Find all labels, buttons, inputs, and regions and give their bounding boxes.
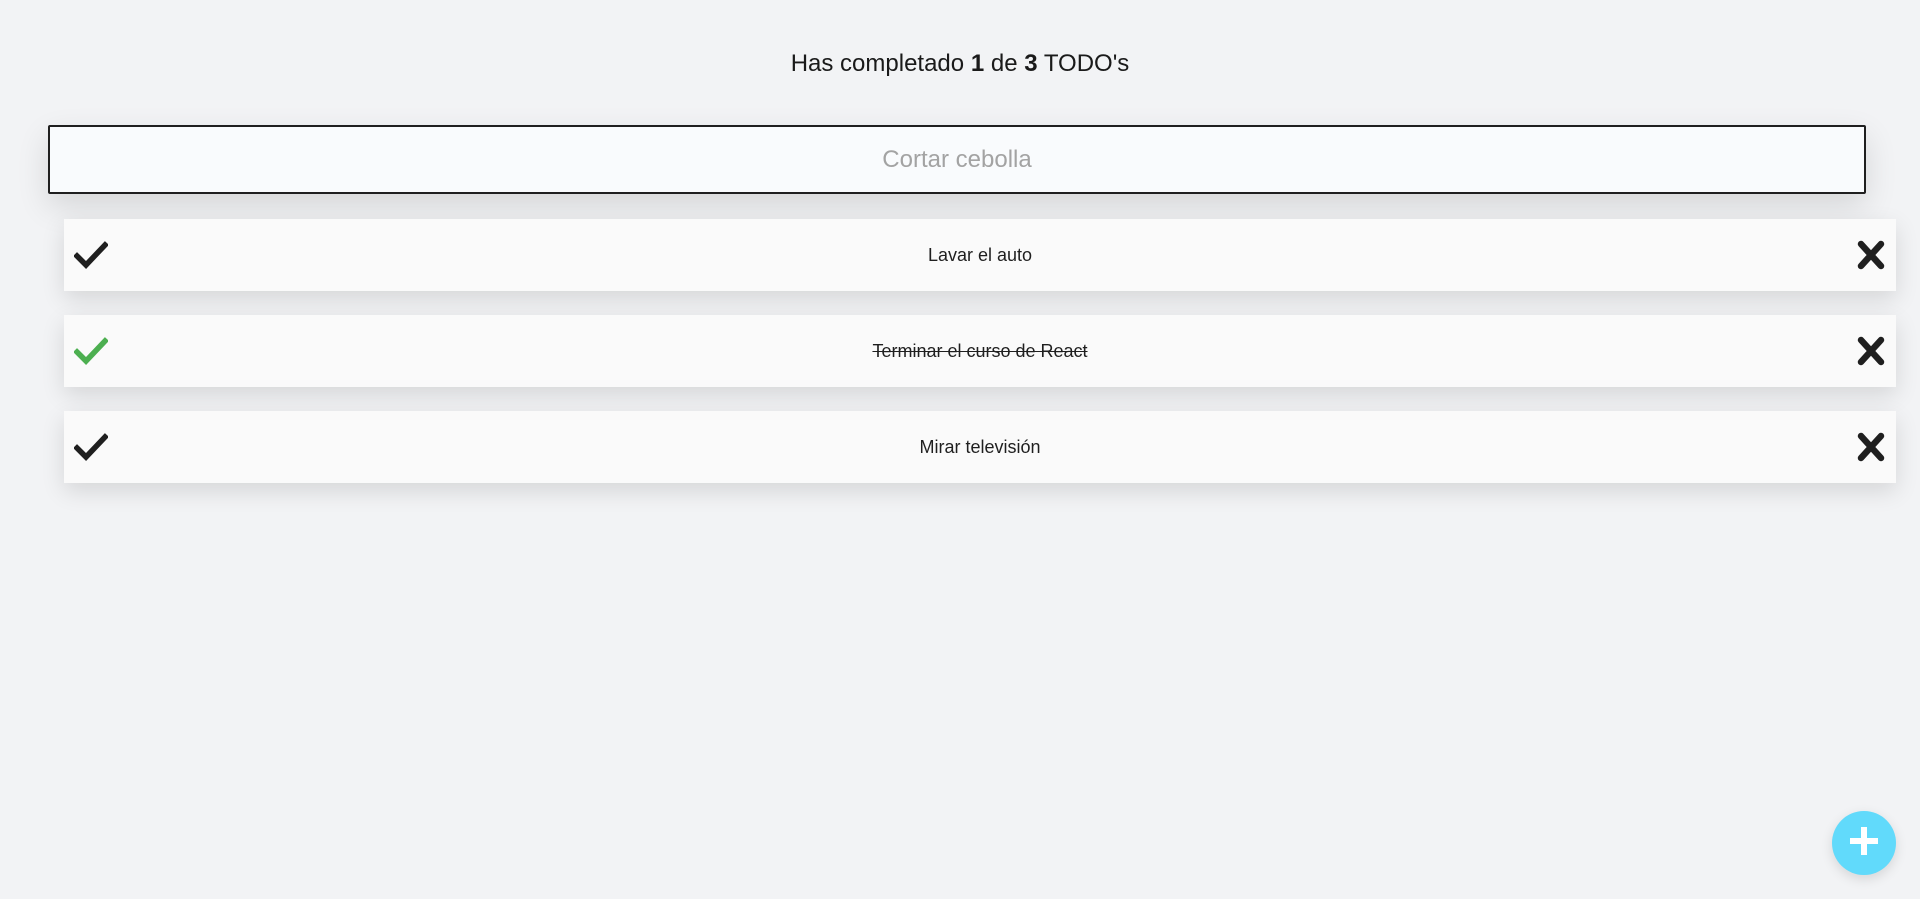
todo-app: Has completado 1 de 3 TODO's Lavar el au…	[0, 0, 1920, 899]
todo-text: Lavar el auto	[927, 244, 1033, 265]
check-icon[interactable]	[73, 335, 109, 367]
todo-text: Terminar el curso de React	[872, 340, 1088, 361]
search-input[interactable]	[48, 125, 1866, 194]
plus-icon	[1846, 823, 1882, 864]
check-icon[interactable]	[73, 239, 109, 271]
counter-middle: de	[990, 50, 1018, 77]
completed-count: 1	[970, 50, 985, 77]
counter-suffix: TODO's	[1043, 50, 1130, 77]
todo-item: Mirar televisión	[64, 411, 1896, 483]
todo-text: Mirar televisión	[919, 436, 1041, 457]
total-count: 3	[1024, 50, 1038, 77]
close-icon[interactable]	[1856, 335, 1886, 367]
todo-item: Lavar el auto	[64, 219, 1896, 291]
check-icon[interactable]	[73, 431, 109, 463]
search-container	[48, 125, 1866, 194]
todo-item: Terminar el curso de React	[64, 315, 1896, 387]
counter-prefix: Has completado	[790, 50, 965, 77]
close-icon[interactable]	[1856, 239, 1886, 271]
todo-list: Lavar el auto Terminar el curso de React…	[64, 219, 1896, 507]
add-todo-button[interactable]	[1832, 811, 1896, 875]
close-icon[interactable]	[1856, 431, 1886, 463]
todo-counter: Has completado 1 de 3 TODO's	[0, 48, 1920, 80]
